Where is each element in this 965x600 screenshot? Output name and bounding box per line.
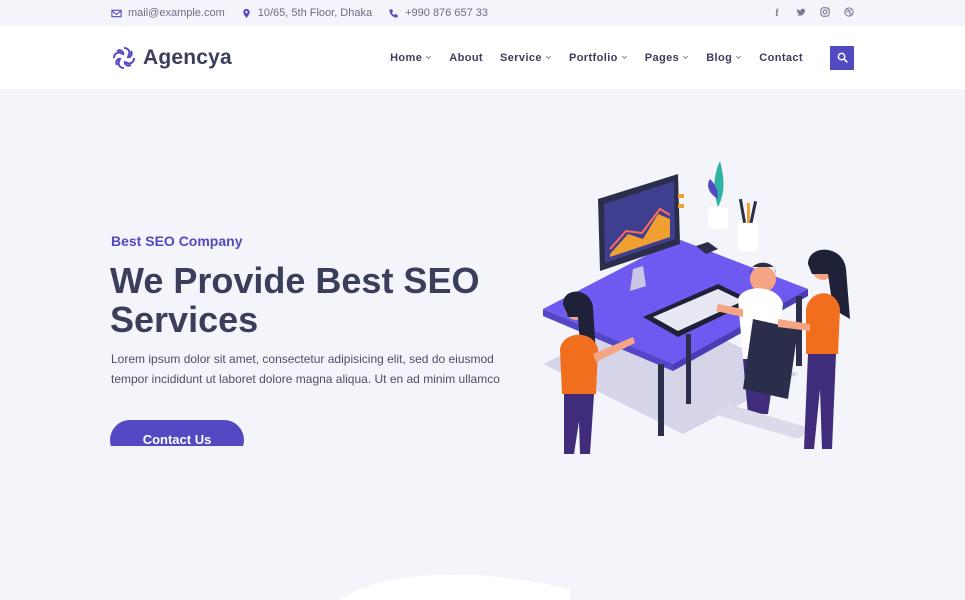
- twitter-icon[interactable]: [796, 7, 806, 20]
- chevron-down-icon: [545, 55, 551, 60]
- email-text: mail@example.com: [128, 7, 225, 19]
- contact-us-button[interactable]: Contact Us: [110, 420, 244, 446]
- nav-item-blog[interactable]: Blog: [706, 52, 742, 64]
- phone-icon: [389, 8, 398, 18]
- chevron-down-icon: [426, 55, 432, 60]
- contact-us-label: Contact Us: [142, 432, 212, 446]
- hero-eyebrow: Best SEO Company: [111, 233, 243, 249]
- phone-contact[interactable]: +990 876 657 33: [388, 7, 488, 19]
- search-button[interactable]: [830, 45, 854, 70]
- nav-label: Portfolio: [568, 51, 618, 64]
- hero-section: Best SEO Company We Provide Best SEO Ser…: [0, 89, 965, 600]
- hero-headline: We Provide Best SEO Services: [110, 261, 510, 339]
- main-navbar: Agencya Home About Service Portfolio Pag…: [0, 26, 965, 89]
- dribbble-icon[interactable]: [844, 6, 854, 20]
- map-pin-icon: [243, 8, 250, 18]
- nav-label: About: [449, 51, 483, 64]
- nav-label: Service: [500, 51, 542, 64]
- instagram-icon[interactable]: [820, 6, 830, 20]
- nav-label: Home: [390, 51, 423, 64]
- office-illustration: [543, 161, 850, 454]
- address-contact: 10/65, 5th Floor, Dhaka: [241, 7, 372, 19]
- address-text: 10/65, 5th Floor, Dhaka: [257, 7, 373, 19]
- nav-item-service[interactable]: Service: [500, 52, 552, 64]
- top-bar: mail@example.com 10/65, 5th Floor, Dhaka…: [0, 0, 965, 26]
- nav-label: Contact: [759, 51, 803, 64]
- contact-info: mail@example.com 10/65, 5th Floor, Dhaka…: [111, 7, 488, 19]
- bottom-wave-shape: [340, 574, 570, 600]
- nav-item-home[interactable]: Home: [390, 52, 432, 64]
- brand-logo[interactable]: Agencya: [111, 45, 232, 71]
- phone-text: +990 876 657 33: [405, 7, 488, 19]
- nav-item-portfolio[interactable]: Portfolio: [569, 52, 628, 64]
- nav-label: Blog: [706, 51, 733, 64]
- hero-description: Lorem ipsum dolor sit amet, consectetur …: [111, 352, 500, 386]
- cta-wrapper: Contact Us: [110, 420, 244, 446]
- social-links: f: [772, 6, 854, 20]
- nav-item-contact[interactable]: Contact: [759, 52, 803, 64]
- brand-name: Agencya: [143, 45, 232, 69]
- search-icon: [837, 52, 848, 63]
- logo-mark-icon: [113, 46, 135, 69]
- hero-headline-line-2: Services: [110, 299, 259, 340]
- nav-label: Pages: [644, 51, 680, 64]
- chevron-down-icon: [621, 55, 627, 60]
- nav-item-about[interactable]: About: [449, 52, 483, 64]
- email-contact[interactable]: mail@example.com: [111, 7, 225, 19]
- nav-item-pages[interactable]: Pages: [645, 52, 689, 64]
- hero-headline-line-1: We Provide Best SEO: [110, 260, 480, 301]
- chevron-down-icon: [683, 55, 689, 60]
- main-menu: Home About Service Portfolio Pages Blog …: [390, 52, 803, 64]
- envelope-icon: [111, 9, 122, 17]
- chevron-down-icon: [736, 55, 742, 60]
- facebook-icon[interactable]: f: [772, 8, 782, 19]
